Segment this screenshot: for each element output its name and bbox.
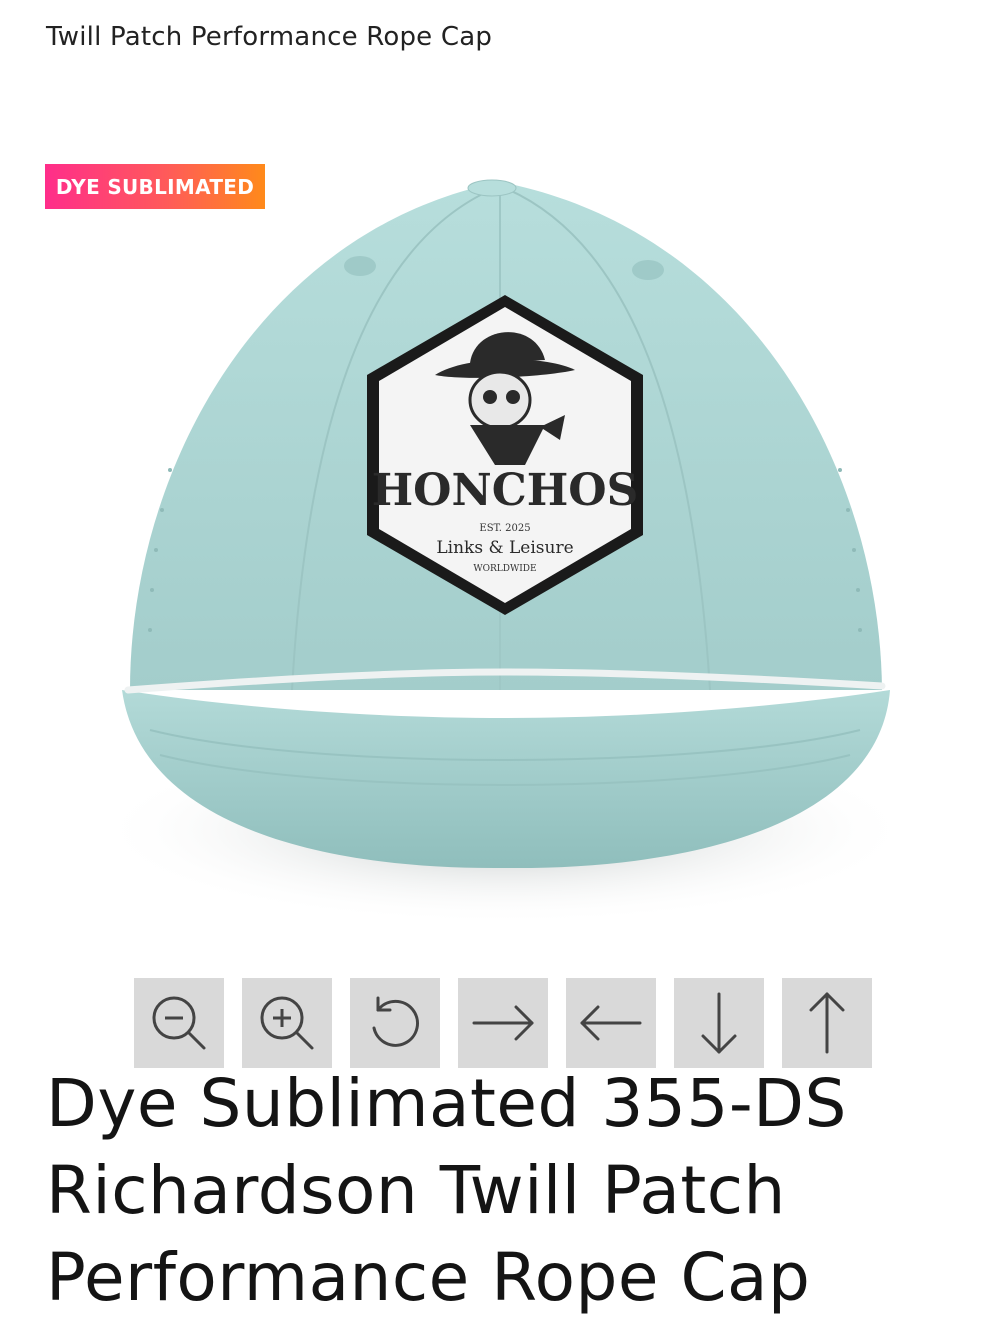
patch-tagline-text: Links & Leisure bbox=[436, 538, 573, 558]
rotate-button[interactable] bbox=[350, 978, 440, 1068]
cap-illustration: HONCHOS EST. 2025 Links & Leisure WORLDW… bbox=[95, 179, 915, 925]
arrow-down-icon bbox=[701, 992, 737, 1054]
product-title: Dye Sublimated 355-DS Richardson Twill P… bbox=[46, 1065, 847, 1316]
patch-sub-text: WORLDWIDE bbox=[473, 564, 536, 574]
rotate-icon bbox=[372, 996, 419, 1047]
zoom-in-icon bbox=[260, 996, 314, 1050]
zoom-out-icon bbox=[152, 996, 206, 1050]
product-badge: DYE SUBLIMATED bbox=[45, 164, 265, 209]
zoom-out-button[interactable] bbox=[134, 978, 224, 1068]
arrow-left-icon bbox=[580, 1005, 642, 1041]
patch-brand-text: HONCHOS bbox=[372, 465, 639, 516]
arrow-up-icon bbox=[809, 992, 845, 1054]
move-up-button[interactable] bbox=[782, 978, 872, 1068]
move-right-button[interactable] bbox=[458, 978, 548, 1068]
arrow-right-icon bbox=[472, 1005, 534, 1041]
image-toolbar bbox=[134, 978, 872, 1068]
breadcrumb-title: Twill Patch Performance Rope Cap bbox=[46, 22, 493, 52]
patch-est-text: EST. 2025 bbox=[479, 523, 530, 534]
product-image[interactable]: HONCHOS EST. 2025 Links & Leisure WORLDW… bbox=[60, 170, 950, 950]
move-down-button[interactable] bbox=[674, 978, 764, 1068]
move-left-button[interactable] bbox=[566, 978, 656, 1068]
zoom-in-button[interactable] bbox=[242, 978, 332, 1068]
